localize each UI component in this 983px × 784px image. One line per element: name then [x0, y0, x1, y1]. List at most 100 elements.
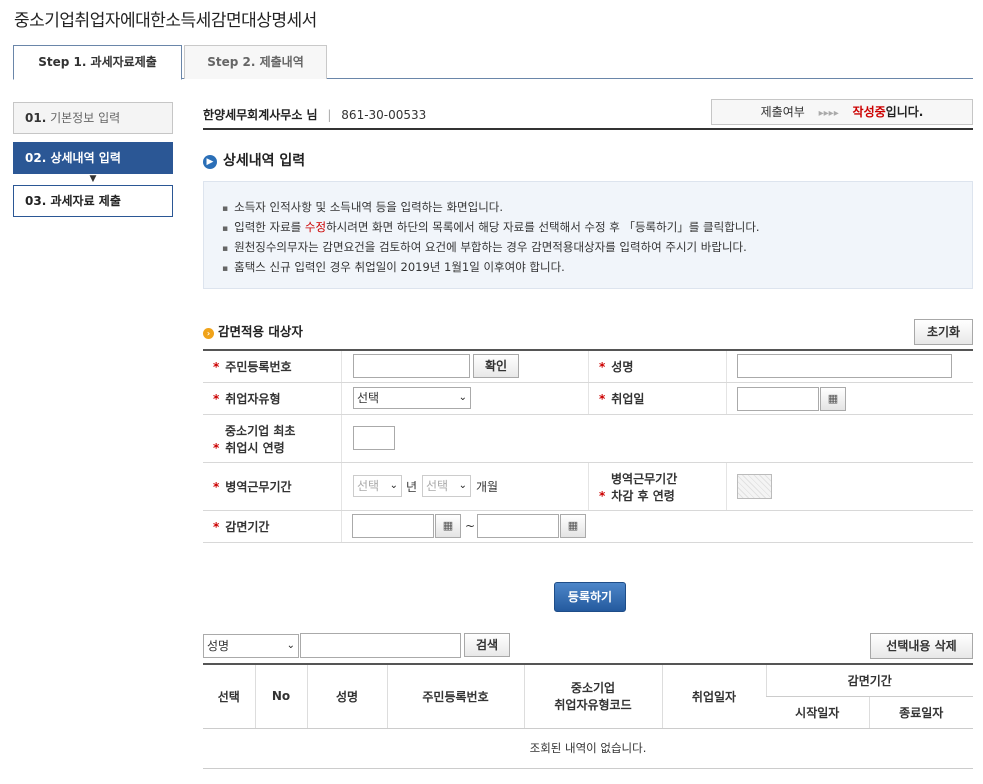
notice-line: 소득자 인적사항 및 소득내역 등을 입력하는 화면입니다.	[222, 198, 972, 218]
label-text: 차감 후 연령	[611, 488, 675, 503]
notice-line: 홈택스 신규 입력인 경우 취업일이 2019년 1월1일 이후여야 합니다.	[222, 258, 972, 278]
notice-box: 소득자 인적사항 및 소득내역 등을 입력하는 화면입니다. 입력한 자료를 수…	[203, 181, 973, 289]
form-row: 중소기업 최초 * 취업시 연령	[203, 415, 973, 463]
sidebar: 01. 기본정보 입력 02. 상세내역 입력 ▼ 03. 과세자료 제출	[13, 102, 173, 225]
chevron-down-icon: ⌄	[458, 392, 467, 403]
name-input[interactable]	[737, 354, 952, 378]
first-age-input[interactable]	[353, 426, 395, 450]
col-no: No	[254, 664, 307, 729]
section-title: ▶ 상세내역 입력	[203, 150, 305, 170]
tab-step1[interactable]: Step 1. 과세자료제출	[13, 45, 182, 80]
col-emp-date: 취업일자	[661, 664, 766, 729]
page-title: 중소기업취업자에대한소득세감면대상명세서	[14, 11, 317, 31]
arrow-circle-icon: ›	[203, 328, 214, 339]
required-mark: *	[213, 440, 220, 455]
label-text: 병역근무기간	[611, 471, 678, 486]
reduce-from-input[interactable]	[352, 514, 434, 538]
resident-no-input[interactable]	[353, 354, 470, 378]
label-text: 성명	[611, 360, 634, 374]
subsection-title: › 감면적용 대상자	[203, 321, 303, 340]
select-value: 선택	[357, 479, 380, 493]
calendar-icon[interactable]: ▦	[560, 514, 586, 538]
label-text: 주민등록번호	[225, 360, 292, 374]
register-button[interactable]: 등록하기	[554, 582, 626, 612]
chevron-down-icon: ⌄	[286, 640, 295, 651]
sidebar-item-num: 03.	[25, 194, 47, 208]
search-button[interactable]: 검색	[464, 633, 510, 657]
age-after-label: 병역근무기간 * 차감 후 연령	[588, 463, 727, 510]
col-resident-no: 주민등록번호	[386, 664, 524, 729]
year-unit: 년	[406, 480, 418, 494]
confirm-button[interactable]: 확인	[473, 354, 519, 378]
required-mark: *	[599, 391, 606, 406]
month-unit: 개월	[476, 480, 499, 494]
emp-date-input[interactable]	[737, 387, 819, 411]
label-text: 중소기업 최초	[225, 423, 296, 438]
search-field-select[interactable]: 성명 ⌄	[203, 634, 299, 658]
label-text: 감면기간	[225, 520, 270, 534]
sidebar-item-num: 02.	[25, 151, 47, 165]
step-tabs: Step 1. 과세자료제출 Step 2. 제출내역	[13, 45, 973, 80]
form-row: * 병역근무기간 선택 ⌄ 년 선택 ⌄ 개월 병역근무기간 * 차감 후 연령	[203, 463, 973, 511]
arrows-icon: ▸▸▸▸	[818, 108, 839, 119]
reduce-to-input[interactable]	[477, 514, 559, 538]
form-row: * 취업자유형 선택 ⌄ * 취업일 ▦	[203, 383, 973, 415]
military-year-select[interactable]: 선택 ⌄	[353, 475, 402, 497]
status-label: 제출여부	[760, 105, 805, 119]
name-label: * 성명	[588, 351, 727, 382]
select-value: 선택	[426, 479, 449, 493]
age-after-field	[737, 474, 772, 499]
sidebar-item-label: 과세자료 제출	[50, 194, 121, 208]
required-mark: *	[213, 519, 220, 534]
reset-button[interactable]: 초기화	[914, 319, 973, 345]
org-info: 한양세무회계사무소 님 | 861-30-00533	[203, 106, 426, 123]
first-age-label: 중소기업 최초 * 취업시 연령	[203, 415, 342, 462]
org-name: 한양세무회계사무소 님	[203, 108, 318, 122]
calendar-icon[interactable]: ▦	[435, 514, 461, 538]
section-title-text: 상세내역 입력	[223, 153, 306, 169]
notice-highlight: 수정	[304, 220, 327, 234]
info-bar: 한양세무회계사무소 님 | 861-30-00533 제출여부 ▸▸▸▸ 작성중…	[203, 96, 973, 130]
col-type-code: 중소기업 취업자유형코드	[523, 664, 662, 729]
required-mark: *	[213, 391, 220, 406]
chevron-down-icon: ⌄	[458, 480, 467, 491]
chevron-down-icon: ⌄	[389, 480, 398, 491]
header-text: 취업자유형코드	[554, 698, 632, 713]
col-name: 성명	[306, 664, 387, 729]
sidebar-item-detail[interactable]: 02. 상세내역 입력	[13, 142, 173, 174]
header-text: 중소기업	[570, 681, 616, 696]
notice-text: 입력한 자료를	[234, 220, 305, 234]
arrow-down-icon: ▼	[89, 174, 97, 184]
military-label: * 병역근무기간	[203, 463, 342, 510]
sidebar-item-label: 기본정보 입력	[50, 111, 121, 125]
col-select: 선택	[203, 664, 255, 729]
form-row: * 감면기간 ▦ ~ ▦	[203, 511, 973, 543]
delete-selected-button[interactable]: 선택내용 삭제	[870, 633, 973, 659]
col-end: 종료일자	[868, 696, 973, 729]
tab-step2[interactable]: Step 2. 제출내역	[184, 45, 327, 79]
reduce-period-label: * 감면기간	[203, 511, 342, 542]
required-mark: *	[213, 479, 220, 494]
status-suffix: 입니다.	[885, 105, 924, 119]
notice-text: 하시려면 화면 하단의 목록에서 해당 자료를 선택해서 수정 후 「등록하기」…	[326, 220, 760, 234]
emp-date-label: * 취업일	[588, 383, 727, 414]
select-value: 성명	[207, 639, 230, 653]
biz-number: 861-30-00533	[341, 108, 427, 122]
tilde: ~	[465, 519, 476, 533]
separator: |	[327, 108, 332, 122]
sidebar-item-label: 상세내역 입력	[50, 151, 121, 165]
search-input[interactable]	[300, 633, 461, 658]
military-month-select[interactable]: 선택 ⌄	[422, 475, 471, 497]
col-start: 시작일자	[766, 696, 869, 729]
label-text: 취업일	[611, 392, 645, 406]
emp-type-select[interactable]: 선택 ⌄	[353, 387, 471, 409]
result-table: 선택 No 성명 주민등록번호 중소기업 취업자유형코드 취업일자 감면기간 시…	[203, 663, 973, 769]
sidebar-item-basic-info[interactable]: 01. 기본정보 입력	[13, 102, 173, 134]
required-mark: *	[213, 359, 220, 374]
select-value: 선택	[357, 391, 380, 405]
calendar-icon[interactable]: ▦	[820, 387, 846, 411]
arrow-circle-icon: ▶	[203, 155, 217, 169]
sidebar-item-num: 01.	[25, 111, 47, 125]
empty-message: 조회된 내역이 없습니다.	[203, 728, 973, 769]
sidebar-item-submit[interactable]: 03. 과세자료 제출	[13, 185, 173, 217]
